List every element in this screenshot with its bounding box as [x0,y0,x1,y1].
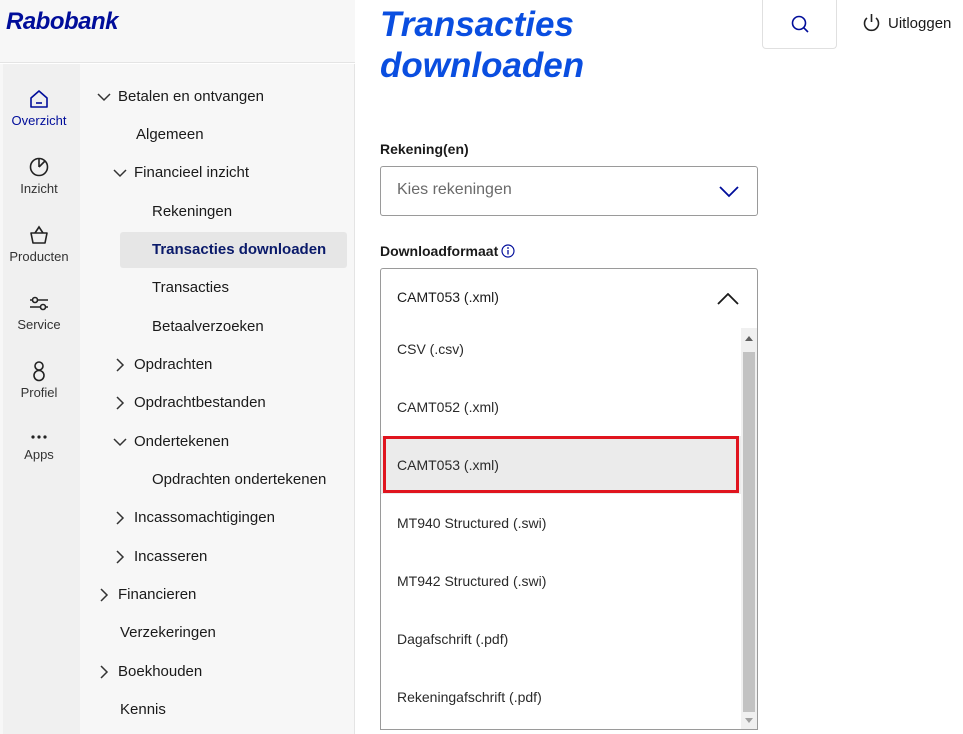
nav-item-label: Financieren [118,586,197,603]
user-icon [33,361,45,382]
nav-item-label: Transacties downloaden [152,241,327,258]
page-title: Transacties downloaden [380,4,740,86]
rail-label: Inzicht [20,181,58,196]
scroll-up-arrow-icon[interactable] [741,330,757,346]
rail-item-producten[interactable]: Producten [3,224,75,264]
sliders-icon [30,296,48,311]
sub-navigation: Betalen en ontvangen Algemeen Financieel… [80,64,355,734]
rail-label: Service [17,317,61,332]
logo-area: Rabobank [0,0,355,63]
dropdown-scrollbar[interactable] [741,328,757,729]
scrollbar-thumb[interactable] [743,352,755,712]
format-option-csv[interactable]: CSV (.csv) [381,328,742,378]
format-label: Downloadformaat [380,243,515,261]
power-icon [863,14,880,32]
chevron-down-icon [112,424,128,460]
format-option-mt940[interactable]: MT940 Structured (.swi) [381,494,742,552]
format-label-text: Downloadformaat [380,243,499,259]
chevron-right-icon [112,347,128,383]
selection-highlight-box [383,436,739,493]
nav-item-opdrachten-ondertekenen[interactable]: Opdrachten ondertekenen [152,462,326,498]
format-option-camt052[interactable]: CAMT052 (.xml) [381,378,742,436]
nav-item-opdrachtbestanden[interactable]: Opdrachtbestanden [112,385,266,421]
nav-item-transacties-downloaden[interactable]: Transacties downloaden [120,232,347,268]
nav-item-transacties[interactable]: Transacties [152,270,229,306]
rail-item-overzicht[interactable]: Overzicht [3,88,75,128]
nav-item-kennis[interactable]: Kennis [120,692,166,728]
rail-label: Apps [24,447,54,462]
format-option-dagafschrift[interactable]: Dagafschrift (.pdf) [381,610,742,668]
rail-item-profiel[interactable]: Profiel [3,360,75,400]
info-icon[interactable] [501,244,515,261]
nav-item-financieren[interactable]: Financieren [96,577,196,613]
nav-item-ondertekenen[interactable]: Ondertekenen [112,424,229,460]
format-selected-value: CAMT053 (.xml) [397,289,499,305]
nav-item-label: Betaalverzoeken [152,318,264,335]
chevron-right-icon [112,385,128,421]
rail-label: Producten [9,249,69,264]
rail-item-service[interactable]: Service [3,292,75,332]
nav-item-label: Opdrachtbestanden [134,394,266,411]
scroll-down-arrow-icon[interactable] [741,712,757,728]
chevron-up-icon [717,292,739,310]
chevron-right-icon [112,539,128,575]
nav-item-label: Rekeningen [152,203,233,220]
accounts-placeholder: Kies rekeningen [397,181,512,198]
more-dots-icon [31,435,47,439]
nav-item-label: Transacties [152,279,229,296]
home-icon [30,90,48,108]
nav-item-boekhouden[interactable]: Boekhouden [96,654,202,690]
search-button[interactable] [762,0,837,49]
rail-item-apps[interactable]: Apps [3,430,75,462]
nav-item-label: Financieel inzicht [134,164,250,181]
rail-item-inzicht[interactable]: Inzicht [3,156,75,196]
nav-item-label: Incassomachtigingen [134,509,275,526]
nav-item-label: Incasseren [134,548,208,565]
nav-item-incasseren[interactable]: Incasseren [112,539,207,575]
rail-label: Profiel [20,385,58,400]
chevron-down-icon [112,155,128,191]
chevron-down-icon [96,79,112,115]
page-title-line-1: Transacties [380,5,574,44]
chevron-right-icon [112,500,128,536]
logout-button[interactable]: Uitloggen [862,13,951,33]
nav-item-label: Opdrachten ondertekenen [152,471,327,488]
rail-label: Overzicht [11,113,67,128]
nav-item-betaalverzoeken[interactable]: Betaalverzoeken [152,309,264,345]
nav-item-financieel-inzicht[interactable]: Financieel inzicht [112,155,249,191]
format-option-mt942[interactable]: MT942 Structured (.swi) [381,552,742,610]
search-icon [791,15,809,33]
nav-item-verzekeringen[interactable]: Verzekeringen [120,615,216,651]
nav-item-incassomachtigingen[interactable]: Incassomachtigingen [112,500,275,536]
nav-item-label: Kennis [120,701,166,718]
basket-icon [30,225,48,244]
nav-item-label: Ondertekenen [134,433,230,450]
page-title-line-2: downloaden [380,46,585,85]
nav-item-rekeningen[interactable]: Rekeningen [152,194,232,230]
logout-label: Uitloggen [888,14,952,32]
chevron-right-icon [96,654,112,690]
format-select[interactable]: CAMT053 (.xml) [380,268,758,329]
chevron-right-icon [96,577,112,613]
format-option-rekeningafschrift[interactable]: Rekeningafschrift (.pdf) [381,668,742,726]
chevron-down-icon [719,185,739,203]
nav-item-label: Betalen en ontvangen [118,88,264,105]
nav-item-label: Opdrachten [134,356,213,373]
main-nav-rail: Overzicht Inzicht Producten Service Prof… [0,64,80,734]
accounts-select[interactable]: Kies rekeningen [380,166,758,216]
accounts-label: Rekening(en) [380,141,469,157]
pie-chart-icon [29,157,49,177]
format-dropdown-list: CSV (.csv) CAMT052 (.xml) CAMT053 (.xml)… [380,328,758,730]
rabobank-logo[interactable]: Rabobank [6,8,119,36]
nav-item-label: Verzekeringen [120,624,216,641]
nav-item-algemeen[interactable]: Algemeen [136,117,204,153]
nav-item-label: Algemeen [136,126,204,143]
nav-item-betalen-en-ontvangen[interactable]: Betalen en ontvangen [96,79,264,115]
nav-item-label: Boekhouden [118,663,203,680]
nav-item-opdrachten[interactable]: Opdrachten [112,347,212,383]
